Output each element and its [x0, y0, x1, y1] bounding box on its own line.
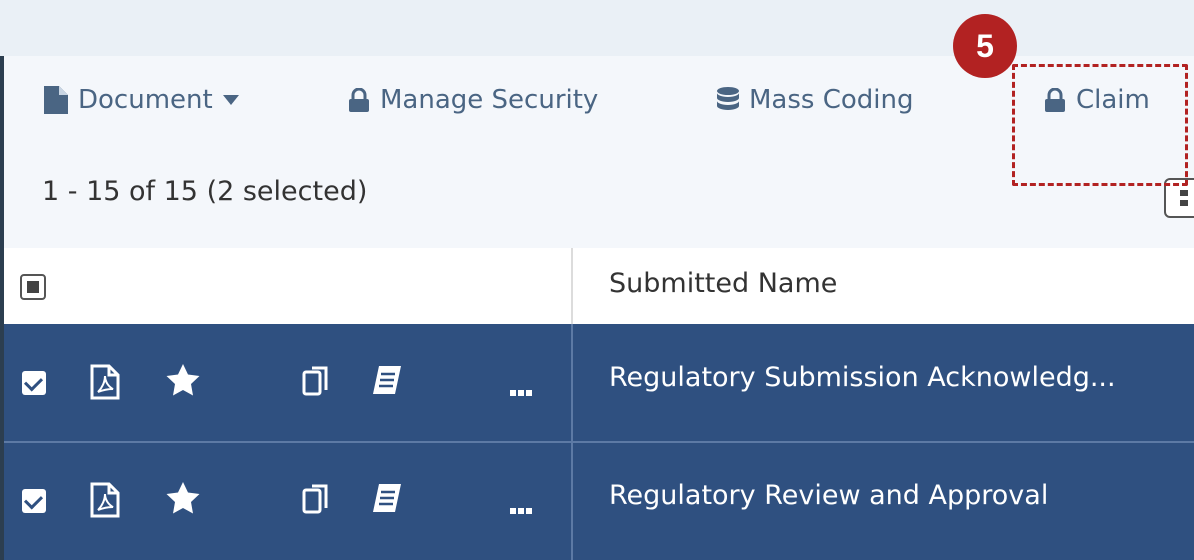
more-icon[interactable]	[510, 381, 532, 400]
file-icon	[44, 86, 68, 114]
pdf-icon[interactable]	[90, 364, 120, 404]
submitted-name-cell[interactable]: Regulatory Review and Approval	[609, 480, 1048, 511]
pdf-icon[interactable]	[90, 482, 120, 522]
row-checkbox[interactable]	[22, 489, 46, 513]
table-header: Submitted Name	[4, 248, 1194, 324]
manage-security-button[interactable]: Manage Security	[348, 56, 598, 144]
database-icon	[717, 87, 739, 113]
document-menu-button[interactable]: Document	[44, 56, 239, 144]
document-menu-label: Document	[78, 85, 213, 115]
lock-icon	[348, 88, 370, 112]
column-divider	[571, 248, 573, 324]
row-separator	[4, 441, 1194, 443]
star-icon[interactable]	[166, 364, 200, 400]
copy-icon[interactable]	[302, 364, 332, 402]
column-divider	[571, 324, 573, 442]
book-icon[interactable]	[371, 364, 403, 402]
column-divider	[571, 442, 573, 560]
submitted-name-cell[interactable]: Regulatory Submission Acknowledg...	[609, 362, 1116, 393]
mass-coding-label: Mass Coding	[749, 85, 914, 115]
copy-icon[interactable]	[302, 482, 332, 520]
mass-coding-button[interactable]: Mass Coding	[717, 56, 914, 144]
book-icon[interactable]	[371, 482, 403, 520]
claim-callout-highlight	[1012, 64, 1188, 186]
results-count: 1 - 15 of 15 (2 selected)	[42, 176, 368, 207]
step-badge: 5	[953, 14, 1017, 78]
more-icon[interactable]	[510, 499, 532, 518]
select-all-checkbox[interactable]	[20, 274, 46, 300]
column-header-submitted-name[interactable]: Submitted Name	[609, 268, 837, 299]
row-checkbox[interactable]	[22, 371, 46, 395]
star-icon[interactable]	[166, 482, 200, 518]
caret-down-icon	[222, 95, 239, 105]
table-row[interactable]: Regulatory Submission Acknowledg...	[4, 324, 1194, 442]
manage-security-label: Manage Security	[380, 85, 599, 115]
table-row[interactable]: Regulatory Review and Approval	[4, 442, 1194, 560]
